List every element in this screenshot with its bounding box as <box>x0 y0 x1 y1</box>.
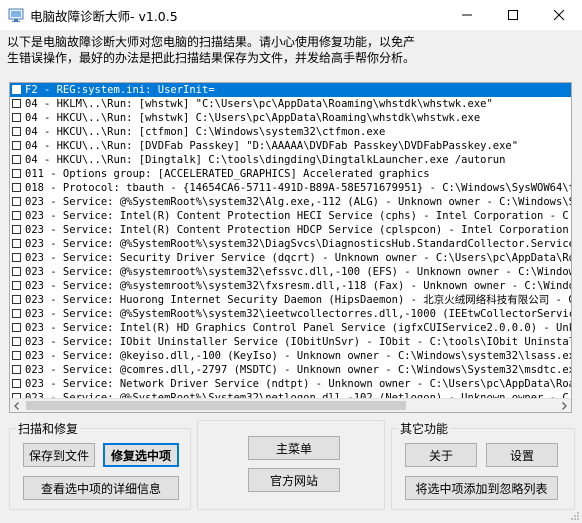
scan-result-row[interactable]: 023 - Service: @%SystemRoot%\system32\Di… <box>10 237 571 251</box>
scan-result-row[interactable]: 023 - Service: @%SystemRoot%\system32\Al… <box>10 195 571 209</box>
scan-result-row[interactable]: 023 - Service: Intel(R) HD Graphics Cont… <box>10 321 571 335</box>
title-bar[interactable]: 电脑故障诊断大师- v1.0.5 <box>0 0 582 30</box>
description-line: 生错误操作，最好的办法是把此扫描结果保存为文件，并发给高手帮你分析。 <box>7 51 416 65</box>
row-checkbox[interactable] <box>12 337 21 346</box>
official-website-button[interactable]: 官方网站 <box>248 468 340 492</box>
row-checkbox[interactable] <box>12 379 21 388</box>
settings-button[interactable]: 设置 <box>486 443 558 467</box>
scan-result-row[interactable]: 023 - Service: Huorong Internet Security… <box>10 293 571 307</box>
minimize-button[interactable] <box>444 0 490 30</box>
row-checkbox[interactable] <box>12 267 21 276</box>
add-to-ignore-list-button[interactable]: 将选中项添加到忽略列表 <box>405 476 558 500</box>
other-functions-legend: 其它功能 <box>400 422 449 436</box>
scan-result-text: 011 - Options group: [ACCELERATED_GRAPHI… <box>25 168 430 180</box>
scroll-left-icon[interactable] <box>10 399 24 413</box>
scan-result-row[interactable]: 023 - Service: @%systemroot%\system32\fx… <box>10 279 571 293</box>
main-group <box>197 420 385 510</box>
scan-result-text: 04 - HKCU\..\Run: [ctfmon] C:\Windows\sy… <box>25 126 386 138</box>
scan-result-text: 023 - Service: @comres.dll,-2797 (MSDTC)… <box>25 364 571 376</box>
scan-result-row[interactable]: 023 - Service: Intel(R) Content Protecti… <box>10 209 571 223</box>
scan-result-row[interactable]: 023 - Service: @%systemroot%\system32\ef… <box>10 265 571 279</box>
scan-result-row[interactable]: F2 - REG:system.ini: UserInit= <box>10 83 571 97</box>
window-title: 电脑故障诊断大师- v1.0.5 <box>30 9 178 24</box>
scan-result-row[interactable]: 023 - Service: Network Driver Service (n… <box>10 377 571 391</box>
row-checkbox[interactable] <box>12 155 21 164</box>
scan-result-row[interactable]: 023 - Service: @keyiso.dll,-100 (KeyIso)… <box>10 349 571 363</box>
scan-result-text: F2 - REG:system.ini: UserInit= <box>25 84 215 96</box>
scan-result-text: 04 - HKCU\..\Run: [Dingtalk] C:\tools\di… <box>25 154 506 166</box>
close-icon <box>553 9 565 21</box>
scan-result-row[interactable]: 023 - Service: Intel(R) Content Protecti… <box>10 223 571 237</box>
scan-result-row[interactable]: 04 - HKCU\..\Run: [Dingtalk] C:\tools\di… <box>10 153 571 167</box>
scan-result-row[interactable]: 04 - HKCU\..\Run: [DVDFab Passkey] "D:\A… <box>10 139 571 153</box>
minimize-icon <box>462 14 472 16</box>
scan-result-row[interactable]: 023 - Service: @comres.dll,-2797 (MSDTC)… <box>10 363 571 377</box>
scan-results-list[interactable]: F2 - REG:system.ini: UserInit= 04 - HKLM\… <box>9 82 572 413</box>
description: 以下是电脑故障诊断大师对您电脑的扫描结果。请小心使用修复功能，以免产 生错误操作… <box>7 34 577 66</box>
fix-selected-button[interactable]: 修复选中项 <box>103 443 179 467</box>
scan-fix-legend: 扫描和修复 <box>18 422 79 436</box>
row-checkbox[interactable] <box>12 281 21 290</box>
scan-result-text: 023 - Service: @%SystemRoot%\system32\ie… <box>25 308 571 320</box>
scan-result-text: 023 - Service: @%SystemRoot%\system32\Di… <box>25 238 571 250</box>
row-checkbox[interactable] <box>12 113 21 122</box>
row-checkbox[interactable] <box>12 169 21 178</box>
scan-result-row[interactable]: 023 - Service: Security Driver Service (… <box>10 251 571 265</box>
scan-result-row[interactable]: 011 - Options group: [ACCELERATED_GRAPHI… <box>10 167 571 181</box>
row-checkbox[interactable] <box>12 197 21 206</box>
close-button[interactable] <box>536 0 582 30</box>
scan-result-row[interactable]: 04 - HKCU\..\Run: [whstwk] C:\Users\pc\A… <box>10 111 571 125</box>
app-icon <box>8 7 24 23</box>
horizontal-scrollbar[interactable] <box>10 398 571 412</box>
row-checkbox[interactable] <box>12 225 21 234</box>
maximize-button[interactable] <box>490 0 536 30</box>
save-to-file-button[interactable]: 保存到文件 <box>23 443 95 467</box>
row-checkbox[interactable] <box>12 211 21 220</box>
row-checkbox[interactable] <box>12 365 21 374</box>
scan-result-text: 023 - Service: Intel(R) Content Protecti… <box>25 210 571 222</box>
description-line: 以下是电脑故障诊断大师对您电脑的扫描结果。请小心使用修复功能，以免产 <box>7 35 416 49</box>
scan-result-text: 023 - Service: Huorong Internet Security… <box>25 294 571 306</box>
scan-result-row[interactable]: 023 - Service: @%SystemRoot%\system32\ie… <box>10 307 571 321</box>
row-checkbox[interactable] <box>12 127 21 136</box>
resize-grip-icon[interactable] <box>570 511 580 521</box>
scan-result-text: 023 - Service: @%systemroot%\system32\ef… <box>25 266 571 278</box>
main-menu-button[interactable]: 主菜单 <box>248 436 340 460</box>
scan-result-row[interactable]: 04 - HKCU\..\Run: [ctfmon] C:\Windows\sy… <box>10 125 571 139</box>
scrollbar-thumb[interactable] <box>26 401 406 410</box>
scroll-right-icon[interactable] <box>557 399 571 413</box>
scan-results-rows: F2 - REG:system.ini: UserInit= 04 - HKLM\… <box>10 83 571 399</box>
about-button[interactable]: 关于 <box>405 443 477 467</box>
row-checkbox[interactable] <box>12 239 21 248</box>
scan-result-text: 023 - Service: @%systemroot%\system32\fx… <box>25 280 571 292</box>
row-checkbox[interactable] <box>12 141 21 150</box>
scan-result-row[interactable]: 04 - HKLM\..\Run: [whstwk] "C:\Users\pc\… <box>10 97 571 111</box>
row-checkbox[interactable] <box>12 295 21 304</box>
row-checkbox[interactable] <box>12 253 21 262</box>
scan-result-text: 04 - HKLM\..\Run: [whstwk] "C:\Users\pc\… <box>25 98 493 110</box>
scan-result-text: 023 - Service: @%SystemRoot%\system32\Al… <box>25 196 571 208</box>
row-checkbox[interactable] <box>12 85 21 94</box>
scan-result-text: 023 - Service: IObit Uninstaller Service… <box>25 336 571 348</box>
scan-result-text: 018 - Protocol: tbauth - {14654CA6-5711-… <box>25 182 571 194</box>
scan-result-row[interactable]: 018 - Protocol: tbauth - {14654CA6-5711-… <box>10 181 571 195</box>
row-checkbox[interactable] <box>12 309 21 318</box>
row-checkbox[interactable] <box>12 351 21 360</box>
scan-result-text: 04 - HKCU\..\Run: [whstwk] C:\Users\pc\A… <box>25 112 481 124</box>
scan-result-text: 023 - Service: Network Driver Service (n… <box>25 378 571 390</box>
scan-result-text: 023 - Service: Security Driver Service (… <box>25 252 571 264</box>
view-details-button[interactable]: 查看选中项的详细信息 <box>23 476 179 500</box>
row-checkbox[interactable] <box>12 323 21 332</box>
scan-result-text: 023 - Service: @keyiso.dll,-100 (KeyIso)… <box>25 350 571 362</box>
scan-result-text: 023 - Service: Intel(R) Content Protecti… <box>25 224 571 236</box>
scan-result-text: 04 - HKCU\..\Run: [DVDFab Passkey] "D:\A… <box>25 140 519 152</box>
maximize-icon <box>508 10 518 20</box>
row-checkbox[interactable] <box>12 183 21 192</box>
scan-result-text: 023 - Service: Intel(R) HD Graphics Cont… <box>25 322 571 334</box>
row-checkbox[interactable] <box>12 99 21 108</box>
scan-result-row[interactable]: 023 - Service: IObit Uninstaller Service… <box>10 335 571 349</box>
